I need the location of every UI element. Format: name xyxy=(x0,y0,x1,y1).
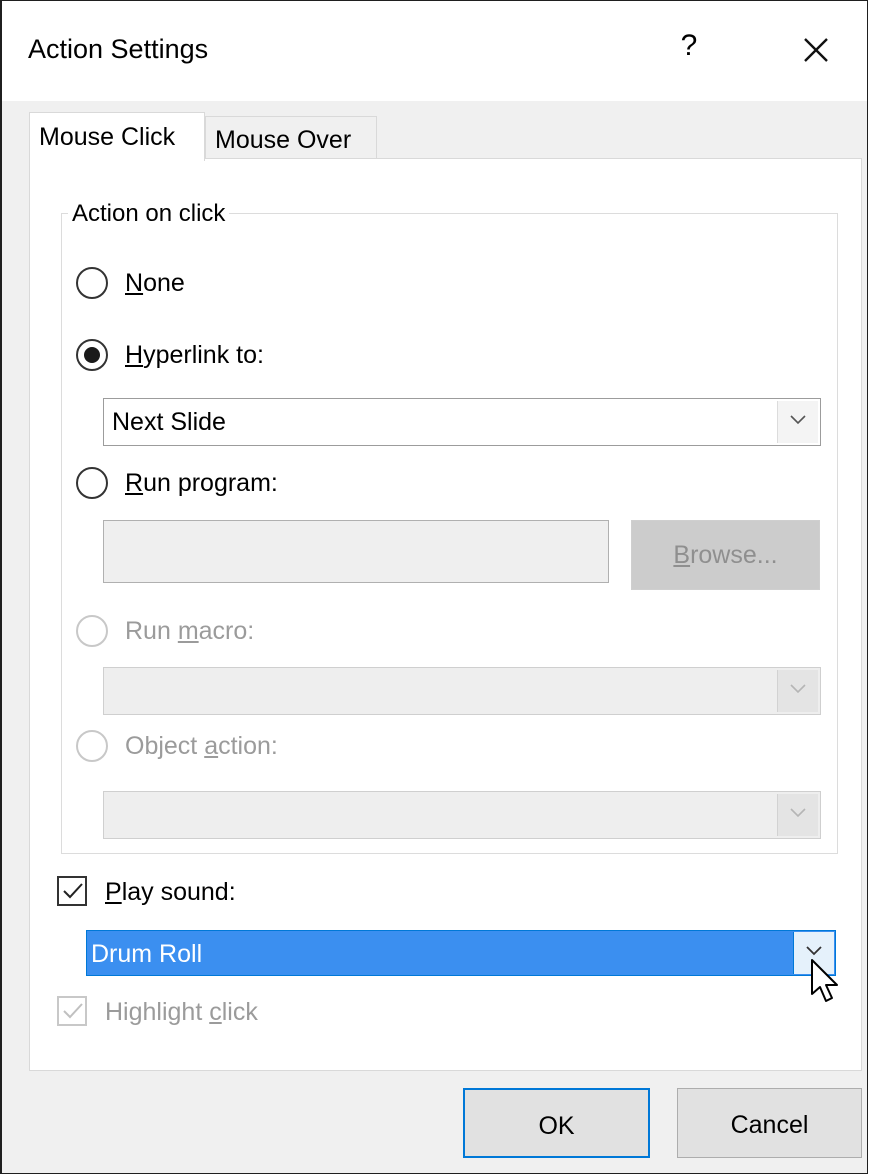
play-sound-select[interactable]: Drum Roll xyxy=(86,930,836,976)
checkmark-icon xyxy=(63,1003,83,1019)
hyperlink-select-value: Next Slide xyxy=(112,408,226,436)
tab-mouse-over[interactable]: Mouse Over xyxy=(205,116,377,159)
close-button[interactable] xyxy=(797,31,837,71)
run-program-radio[interactable] xyxy=(76,467,108,499)
run-macro-dropdown-button[interactable] xyxy=(777,670,818,712)
none-label[interactable]: None xyxy=(125,269,185,298)
play-sound-checkbox[interactable] xyxy=(57,876,87,906)
close-icon xyxy=(804,38,828,62)
play-sound-label[interactable]: Play sound: xyxy=(105,878,236,907)
mouse-pointer-icon xyxy=(811,959,838,1002)
chevron-down-icon xyxy=(790,415,806,425)
cancel-button[interactable]: Cancel xyxy=(677,1088,862,1158)
hyperlink-label[interactable]: Hyperlink to: xyxy=(125,341,264,370)
help-button[interactable]: ? xyxy=(674,29,704,69)
none-radio[interactable] xyxy=(76,267,108,299)
tab-mouse-click[interactable]: Mouse Click xyxy=(29,112,205,161)
hyperlink-select[interactable]: Next Slide xyxy=(103,398,821,446)
run-program-path-input[interactable] xyxy=(103,520,609,583)
highlight-click-checkbox[interactable] xyxy=(57,996,87,1026)
run-macro-radio[interactable] xyxy=(76,615,108,647)
checkmark-icon xyxy=(63,883,83,899)
run-macro-label[interactable]: Run macro: xyxy=(125,617,254,646)
play-sound-select-value: Drum Roll xyxy=(91,940,203,968)
highlight-click-label[interactable]: Highlight click xyxy=(105,998,258,1027)
dialog-title: Action Settings xyxy=(28,34,209,64)
run-program-label[interactable]: Run program: xyxy=(125,469,278,498)
object-action-radio[interactable] xyxy=(76,730,108,762)
chevron-down-icon xyxy=(806,946,822,956)
hyperlink-radio[interactable] xyxy=(76,339,108,371)
object-action-dropdown-button[interactable] xyxy=(777,794,818,836)
run-macro-select[interactable] xyxy=(103,667,821,715)
object-action-label[interactable]: Object action: xyxy=(125,732,278,761)
group-legend: Action on click xyxy=(68,200,230,228)
hyperlink-dropdown-button[interactable] xyxy=(777,401,818,443)
chevron-down-icon xyxy=(790,684,806,694)
object-action-select[interactable] xyxy=(103,791,821,839)
ok-button[interactable]: OK xyxy=(463,1088,650,1158)
action-settings-dialog: Action Settings ? Mouse Click Mouse Over… xyxy=(0,0,868,1174)
tab-panel: Action on click None Hyperlink to: Next … xyxy=(29,158,862,1071)
action-on-click-group: Action on click None Hyperlink to: Next … xyxy=(61,200,838,854)
chevron-down-icon xyxy=(790,808,806,818)
browse-button[interactable]: Browse... xyxy=(631,520,820,590)
title-bar: Action Settings ? xyxy=(2,1,867,101)
